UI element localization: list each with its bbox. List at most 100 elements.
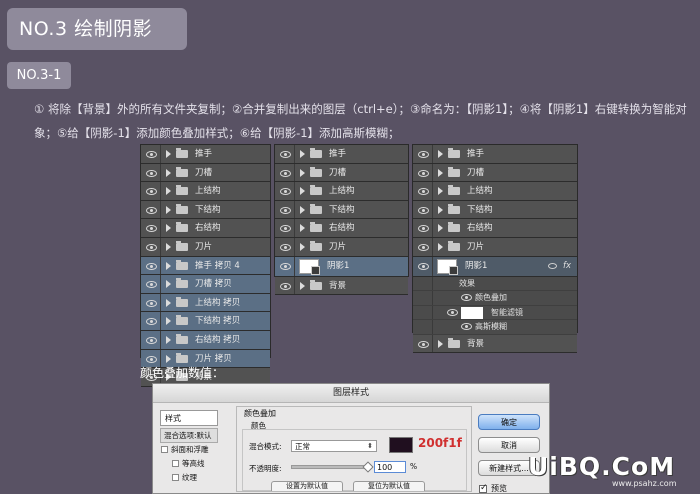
visibility-eye-icon[interactable]: [146, 206, 157, 214]
layer-row[interactable]: 上结构: [413, 182, 577, 201]
visibility-eye-icon[interactable]: [146, 318, 157, 326]
expand-arrow-icon[interactable]: [438, 339, 443, 348]
expand-arrow-icon[interactable]: [300, 187, 305, 196]
effects-visibility-icon[interactable]: [548, 262, 557, 269]
fx-icon[interactable]: fx: [563, 257, 571, 275]
visibility-eye-icon[interactable]: [280, 282, 291, 290]
layer-row-shadow1[interactable]: 阴影1: [275, 256, 408, 277]
slider-knob[interactable]: [362, 461, 374, 473]
checkbox-icon[interactable]: [172, 460, 179, 467]
opacity-input[interactable]: 100: [374, 461, 406, 473]
visibility-eye-icon[interactable]: [146, 281, 157, 289]
checkbox-checked-icon[interactable]: [479, 482, 488, 493]
reset-default-button[interactable]: 复位为默认值: [353, 481, 425, 491]
layer-row[interactable]: 刀槽: [413, 163, 577, 183]
visibility-eye-icon[interactable]: [418, 169, 429, 177]
visibility-eye-icon[interactable]: [461, 294, 472, 302]
cancel-button[interactable]: 取消: [478, 437, 540, 453]
layer-row[interactable]: 刀片: [141, 237, 270, 257]
expand-arrow-icon[interactable]: [166, 298, 171, 307]
visibility-eye-icon[interactable]: [280, 262, 291, 270]
expand-arrow-icon[interactable]: [300, 242, 305, 251]
layer-row[interactable]: 刀片: [275, 237, 408, 257]
visibility-eye-icon[interactable]: [418, 151, 429, 158]
visibility-eye-icon[interactable]: [146, 169, 157, 177]
visibility-eye-icon[interactable]: [280, 225, 291, 233]
color-swatch[interactable]: [389, 437, 413, 453]
styles-header[interactable]: 样式: [160, 410, 218, 426]
expand-arrow-icon[interactable]: [166, 317, 171, 326]
layer-row[interactable]: 右结构: [141, 219, 270, 238]
layer-row[interactable]: 右结构 拷贝: [141, 330, 270, 350]
expand-arrow-icon[interactable]: [438, 187, 443, 196]
visibility-eye-icon[interactable]: [447, 308, 458, 316]
visibility-eye-icon[interactable]: [146, 188, 157, 196]
style-option[interactable]: 等高线: [160, 457, 218, 471]
layer-row-shadow1-smart[interactable]: 阴影1 fx: [413, 256, 577, 277]
visibility-eye-icon[interactable]: [146, 262, 157, 270]
expand-arrow-icon[interactable]: [166, 280, 171, 289]
expand-arrow-icon[interactable]: [438, 224, 443, 233]
expand-arrow-icon[interactable]: [166, 168, 171, 177]
visibility-eye-icon[interactable]: [146, 336, 157, 344]
layer-row[interactable]: 刀片: [413, 237, 577, 257]
checkbox-icon[interactable]: [172, 474, 179, 481]
expand-arrow-icon[interactable]: [166, 150, 171, 158]
expand-arrow-icon[interactable]: [166, 205, 171, 214]
checkbox-icon[interactable]: [161, 446, 168, 453]
expand-arrow-icon[interactable]: [166, 354, 171, 363]
set-default-button[interactable]: 设置为默认值: [271, 481, 343, 491]
visibility-eye-icon[interactable]: [461, 323, 472, 331]
layer-row[interactable]: 推手: [275, 145, 408, 164]
layer-row[interactable]: 下结构: [413, 200, 577, 220]
visibility-eye-icon[interactable]: [280, 169, 291, 177]
layer-row[interactable]: 下结构 拷贝: [141, 312, 270, 331]
layer-row-background[interactable]: 背景: [413, 334, 577, 354]
expand-arrow-icon[interactable]: [438, 168, 443, 177]
visibility-eye-icon[interactable]: [418, 225, 429, 233]
layer-row[interactable]: 推手 拷贝 4: [141, 256, 270, 276]
visibility-eye-icon[interactable]: [146, 225, 157, 233]
expand-arrow-icon[interactable]: [438, 150, 443, 158]
visibility-eye-icon[interactable]: [280, 243, 291, 251]
expand-arrow-icon[interactable]: [166, 187, 171, 196]
visibility-eye-icon[interactable]: [418, 206, 429, 214]
blend-options-item[interactable]: 混合选项:默认: [160, 428, 218, 443]
layer-row[interactable]: 推手: [413, 145, 577, 164]
visibility-eye-icon[interactable]: [418, 243, 429, 251]
layer-row-background[interactable]: 背景: [275, 276, 408, 296]
effects-row[interactable]: 效果: [413, 276, 577, 292]
visibility-eye-icon[interactable]: [280, 188, 291, 196]
expand-arrow-icon[interactable]: [166, 261, 171, 270]
layer-row[interactable]: 右结构: [413, 219, 577, 238]
visibility-eye-icon[interactable]: [418, 188, 429, 196]
visibility-eye-icon[interactable]: [418, 340, 429, 348]
layer-row[interactable]: 刀槽: [275, 163, 408, 183]
expand-arrow-icon[interactable]: [300, 205, 305, 214]
style-option[interactable]: 纹理: [160, 471, 218, 485]
expand-arrow-icon[interactable]: [438, 205, 443, 214]
expand-arrow-icon[interactable]: [166, 224, 171, 233]
expand-arrow-icon[interactable]: [300, 281, 305, 290]
gaussian-blur-row[interactable]: 高斯模糊: [413, 320, 577, 335]
layer-row[interactable]: 上结构 拷贝: [141, 293, 270, 313]
style-option[interactable]: 斜面和浮雕: [160, 443, 218, 457]
layer-row[interactable]: 下结构: [141, 200, 270, 220]
visibility-eye-icon[interactable]: [146, 355, 157, 363]
layer-row[interactable]: 刀槽 拷贝: [141, 275, 270, 294]
layer-row[interactable]: 下结构: [275, 200, 408, 220]
layer-row[interactable]: 上结构: [141, 182, 270, 201]
expand-arrow-icon[interactable]: [166, 242, 171, 251]
layer-row[interactable]: 右结构: [275, 219, 408, 238]
expand-arrow-icon[interactable]: [166, 335, 171, 344]
expand-arrow-icon[interactable]: [300, 224, 305, 233]
visibility-eye-icon[interactable]: [418, 262, 429, 270]
visibility-eye-icon[interactable]: [280, 151, 291, 158]
expand-arrow-icon[interactable]: [300, 168, 305, 177]
visibility-eye-icon[interactable]: [146, 151, 157, 158]
smart-filters-row[interactable]: 智能滤镜: [413, 305, 577, 321]
expand-arrow-icon[interactable]: [300, 150, 305, 158]
color-overlay-row[interactable]: 颜色叠加: [413, 291, 577, 306]
layer-row[interactable]: 推手: [141, 145, 270, 164]
visibility-eye-icon[interactable]: [146, 243, 157, 251]
